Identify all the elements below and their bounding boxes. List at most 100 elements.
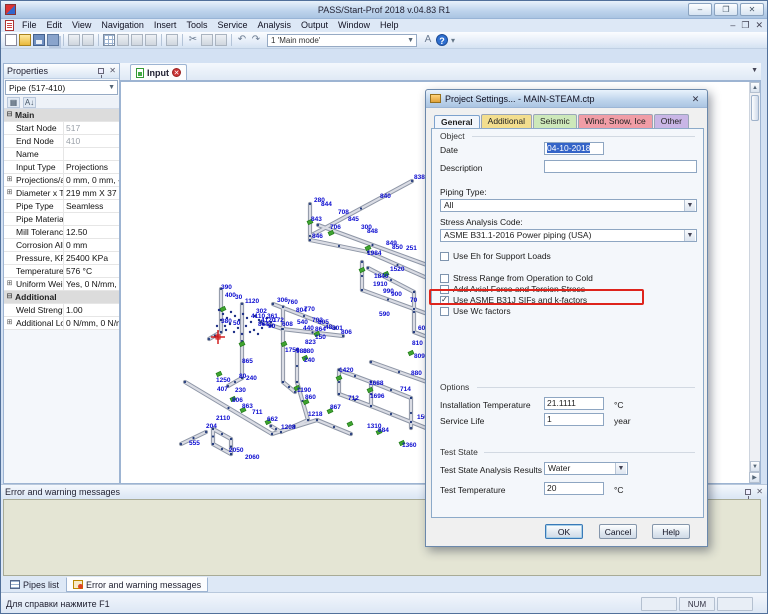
menu-insert[interactable]: Insert bbox=[149, 19, 182, 32]
vertical-scrollbar[interactable]: ▲ ▼ bbox=[749, 82, 760, 472]
dialog-title-bar[interactable]: Project Settings... - MAIN-STEAM.ctp ✕ bbox=[426, 90, 707, 108]
sort-az-button[interactable]: A↓ bbox=[23, 96, 36, 108]
paste-icon[interactable] bbox=[215, 34, 227, 46]
mdi-close-button[interactable]: ✕ bbox=[755, 19, 763, 32]
property-row[interactable]: Mill Toleranc 12.50 bbox=[4, 226, 119, 239]
property-category[interactable]: ⊟ Main bbox=[4, 109, 119, 122]
property-row[interactable]: ⊞Additional Lo0 N/mm, 0 N/mi bbox=[4, 317, 119, 330]
menu-edit[interactable]: Edit bbox=[42, 19, 68, 32]
dialog-tab-wind-snow-ice[interactable]: Wind, Snow, Ice bbox=[577, 114, 653, 128]
tab-error-messages[interactable]: Error and warning messages bbox=[66, 577, 209, 592]
cancel-button[interactable]: Cancel bbox=[599, 524, 637, 539]
property-row[interactable]: Start Node 517 bbox=[4, 122, 119, 135]
node-icon[interactable] bbox=[117, 34, 129, 46]
toolbar-overflow-icon[interactable]: ▾ bbox=[451, 36, 455, 45]
menu-tools[interactable]: Tools bbox=[181, 19, 212, 32]
close-panel-icon[interactable]: ✕ bbox=[756, 487, 763, 496]
dialog-tab-other[interactable]: Other bbox=[653, 114, 689, 128]
categorized-view-button[interactable]: ▦ bbox=[7, 96, 20, 108]
description-input[interactable] bbox=[544, 160, 697, 173]
object-selector-combo[interactable]: Pipe (517-410) ▼ bbox=[5, 80, 118, 95]
undo-icon[interactable]: ↶ bbox=[236, 34, 248, 46]
resize-grip[interactable] bbox=[755, 597, 767, 611]
scroll-up-icon[interactable]: ▲ bbox=[750, 82, 760, 93]
mdi-minimize-button[interactable]: – bbox=[730, 19, 735, 32]
help-icon[interactable]: ? bbox=[436, 34, 448, 46]
save-icon[interactable] bbox=[33, 34, 45, 46]
close-button[interactable]: ✕ bbox=[740, 3, 764, 16]
property-row[interactable]: Temperature, 576 °C bbox=[4, 265, 119, 278]
property-row[interactable]: Name bbox=[4, 148, 119, 161]
service-life-input[interactable]: 1 bbox=[544, 413, 604, 426]
svg-text:880: 880 bbox=[303, 348, 314, 355]
menu-window[interactable]: Window bbox=[333, 19, 375, 32]
test-temp-input[interactable]: 20 bbox=[544, 482, 604, 495]
pin-icon[interactable] bbox=[98, 68, 105, 78]
piping-type-combo[interactable]: All ▼ bbox=[440, 199, 697, 212]
menu-help[interactable]: Help bbox=[375, 19, 404, 32]
support-icon[interactable] bbox=[145, 34, 157, 46]
mdi-restore-button[interactable]: ❐ bbox=[741, 19, 749, 32]
table-icon[interactable] bbox=[103, 34, 115, 46]
menu-service[interactable]: Service bbox=[212, 19, 252, 32]
tab-list-icon[interactable]: ▼ bbox=[751, 67, 758, 74]
tab-pipes-list[interactable]: Pipes list bbox=[3, 577, 66, 592]
svg-text:712: 712 bbox=[348, 395, 359, 402]
ok-button[interactable]: OK bbox=[545, 524, 583, 539]
checkbox-wc-factors[interactable]: Use Wc factors bbox=[440, 306, 511, 316]
menu-navigation[interactable]: Navigation bbox=[96, 19, 149, 32]
property-row[interactable]: Input Type Projections bbox=[4, 161, 119, 174]
pin-icon[interactable] bbox=[745, 488, 752, 499]
new-icon[interactable] bbox=[5, 34, 17, 46]
preview-icon[interactable] bbox=[82, 34, 94, 46]
property-row[interactable]: Pipe Material bbox=[4, 213, 119, 226]
property-category[interactable]: ⊟ Additional bbox=[4, 291, 119, 304]
checkbox-stress-range[interactable]: Stress Range from Operation to Cold bbox=[440, 273, 593, 283]
menu-output[interactable]: Output bbox=[296, 19, 333, 32]
scroll-right-icon[interactable]: ▶ bbox=[749, 472, 760, 483]
menu-file[interactable]: File bbox=[17, 19, 42, 32]
property-row[interactable]: Pipe Type Seamless bbox=[4, 200, 119, 213]
test-results-combo[interactable]: Water ▼ bbox=[544, 462, 628, 475]
props-icon[interactable] bbox=[166, 34, 178, 46]
property-row[interactable]: Weld Strengtl 1.00 bbox=[4, 304, 119, 317]
chevron-down-icon: ▼ bbox=[407, 36, 414, 44]
close-panel-icon[interactable]: ✕ bbox=[109, 67, 116, 75]
property-row[interactable]: End Node 410 bbox=[4, 135, 119, 148]
stress-code-combo[interactable]: ASME B31.1-2016 Power piping (USA) ▼ bbox=[440, 229, 697, 242]
install-temp-input[interactable]: 21.1111 bbox=[544, 397, 604, 410]
property-row[interactable]: ⊞Projections/a0 mm, 0 mm, -86 bbox=[4, 174, 119, 187]
svg-text:1310: 1310 bbox=[367, 423, 382, 430]
stress-code-label: Stress Analysis Code: bbox=[440, 217, 523, 227]
tab-close-icon[interactable]: ✕ bbox=[172, 68, 181, 77]
mode-combo[interactable]: 1 'Main mode' ▼ bbox=[267, 33, 417, 47]
menu-analysis[interactable]: Analysis bbox=[252, 19, 296, 32]
property-row[interactable]: Corrosion All 0 mm bbox=[4, 239, 119, 252]
svg-text:90: 90 bbox=[268, 323, 276, 330]
tab-input[interactable]: Input ✕ bbox=[130, 64, 187, 80]
print-icon[interactable] bbox=[68, 34, 80, 46]
checkbox-use-eh[interactable]: Use Eh for Support Loads bbox=[440, 251, 551, 261]
cut-icon[interactable]: ✂ bbox=[187, 34, 199, 46]
service-life-unit: year bbox=[614, 416, 631, 426]
date-input[interactable]: 04-10-2018 bbox=[544, 142, 604, 155]
property-row[interactable]: ⊞Uniform WeigYes, 0 N/mm, 0.3 bbox=[4, 278, 119, 291]
pipe-icon[interactable] bbox=[131, 34, 143, 46]
maximize-button[interactable]: ❐ bbox=[714, 3, 738, 16]
property-row[interactable]: ⊞Diameter x Th219 mm X 37 mm bbox=[4, 187, 119, 200]
copy-icon[interactable] bbox=[201, 34, 213, 46]
minimize-button[interactable]: – bbox=[688, 3, 712, 16]
dialog-close-icon[interactable]: ✕ bbox=[688, 92, 703, 105]
dialog-tab-additional[interactable]: Additional bbox=[480, 114, 532, 128]
menu-view[interactable]: View bbox=[67, 19, 96, 32]
dialog-tab-seismic[interactable]: Seismic bbox=[533, 114, 577, 128]
svg-text:204: 204 bbox=[206, 423, 217, 430]
save-all-icon[interactable] bbox=[47, 34, 59, 46]
property-row[interactable]: Pressure, KPa25400 KPa bbox=[4, 252, 119, 265]
help-button[interactable]: Help bbox=[652, 524, 690, 539]
font-button[interactable]: A bbox=[422, 34, 434, 46]
redo-icon[interactable]: ↷ bbox=[250, 34, 262, 46]
open-icon[interactable] bbox=[19, 34, 31, 46]
scrollbar-thumb[interactable] bbox=[751, 95, 759, 121]
scroll-down-icon[interactable]: ▼ bbox=[750, 461, 760, 472]
